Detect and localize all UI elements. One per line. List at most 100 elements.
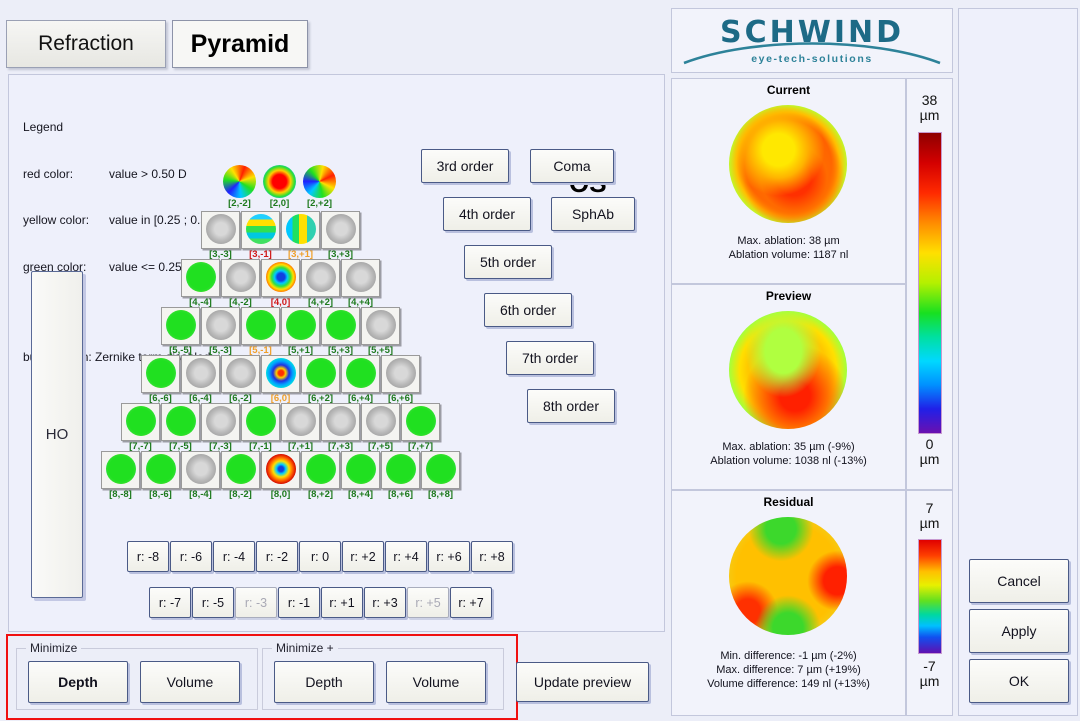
ablation-map-current [729,105,847,223]
minimize-plus-volume-button[interactable]: Volume [386,661,486,703]
zernike-term-8-+4[interactable]: [8,+4] [341,451,380,500]
zernike-term-label: [8,-8] [109,489,132,500]
zernike-term-8-+2[interactable]: [8,+2] [301,451,340,500]
radius-button-r3[interactable]: r: +3 [364,587,406,618]
ok-button[interactable]: OK [969,659,1069,703]
zernike-term-7--1[interactable]: [7,-1] [241,403,280,452]
zernike-disc [285,406,316,436]
zernike-term-2-0[interactable]: [2,0] [261,163,298,209]
current-max-ablation: Max. ablation: 38 µm [737,235,840,247]
zernike-term-7-+3[interactable]: [7,+3] [321,403,360,452]
zernike-disc [125,406,156,436]
zernike-term-6-+6[interactable]: [6,+6] [381,355,420,404]
coma-button[interactable]: Coma [530,149,614,183]
zernike-term-6-+4[interactable]: [6,+4] [341,355,380,404]
zernike-term-5--1[interactable]: [5,-1] [241,307,280,356]
colorbar-residual-bottom: -7 µm [919,658,940,689]
radius-button-r4[interactable]: r: +4 [385,541,427,572]
zernike-term-6-0[interactable]: [6,0] [261,355,300,404]
radius-button-rminus6[interactable]: r: -6 [170,541,212,572]
zernike-term-4--2[interactable]: [4,-2] [221,259,260,308]
zernike-term-label: [8,-2] [229,489,252,500]
zernike-term-6--4[interactable]: [6,-4] [181,355,220,404]
zernike-term-7-+7[interactable]: [7,+7] [401,403,440,452]
zernike-disc [325,310,356,340]
preview-ablation-volume: Ablation volume: 1038 nl (-13%) [710,455,867,467]
zernike-term-3-+3[interactable]: [3,+3] [321,211,360,260]
apply-button[interactable]: Apply [969,609,1069,653]
zernike-term-7--5[interactable]: [7,-5] [161,403,200,452]
minimize-depth-button[interactable]: Depth [28,661,128,703]
zernike-disc [105,454,136,484]
radius-button-rminus1[interactable]: r: -1 [278,587,320,618]
sphab-button[interactable]: SphAb [551,197,635,231]
tab-refraction[interactable]: Refraction [6,20,166,68]
radius-button-rminus5[interactable]: r: -5 [192,587,234,618]
legend-val-red: value > 0.50 D [109,166,187,181]
ablation-map-residual [729,517,847,635]
zernike-term-6-+2[interactable]: [6,+2] [301,355,340,404]
radius-button-rminus4[interactable]: r: -4 [213,541,255,572]
radius-button-r6[interactable]: r: +6 [428,541,470,572]
zernike-term-5--5[interactable]: [5,-5] [161,307,200,356]
zernike-term-7-+1[interactable]: [7,+1] [281,403,320,452]
ho-slider[interactable]: HO [31,271,83,598]
zernike-term-2--2[interactable]: [2,-2] [221,163,258,209]
tab-pyramid[interactable]: Pyramid [172,20,308,68]
zernike-term-3-+1[interactable]: [3,+1] [281,211,320,260]
zernike-term-5-+1[interactable]: [5,+1] [281,307,320,356]
zernike-term-4--4[interactable]: [4,-4] [181,259,220,308]
zernike-term-8--2[interactable]: [8,-2] [221,451,260,500]
radius-button-r1[interactable]: r: +1 [321,587,363,618]
order-button-8th[interactable]: 8th order [527,389,615,423]
zernike-term-8--6[interactable]: [8,-6] [141,451,180,500]
zernike-term-7-+5[interactable]: [7,+5] [361,403,400,452]
zernike-term-5--3[interactable]: [5,-3] [201,307,240,356]
zernike-term-3--3[interactable]: [3,-3] [201,211,240,260]
zernike-disc [263,165,296,198]
zernike-term-8-+8[interactable]: [8,+8] [421,451,460,500]
zernike-disc [305,358,336,388]
zernike-term-3--1[interactable]: [3,-1] [241,211,280,260]
radius-button-rminus8[interactable]: r: -8 [127,541,169,572]
zernike-term-7--7[interactable]: [7,-7] [121,403,160,452]
tab-strip: Refraction Pyramid [6,20,316,70]
radius-button-rminus7[interactable]: r: -7 [149,587,191,618]
minimize-volume-button[interactable]: Volume [140,661,240,703]
colorbar-residual-top: 7 µm [919,500,940,531]
ho-slider-label: HO [45,426,69,443]
order-button-4th[interactable]: 4th order [443,197,531,231]
radius-button-r8[interactable]: r: +8 [471,541,513,572]
action-panel: Cancel Apply OK [958,8,1078,716]
order-button-5th[interactable]: 5th order [464,245,552,279]
legend-key-yellow: yellow color: [23,213,90,227]
minimize-plus-depth-button[interactable]: Depth [274,661,374,703]
update-preview-button[interactable]: Update preview [516,662,649,702]
zernike-term-5-+5[interactable]: [5,+5] [361,307,400,356]
cancel-button[interactable]: Cancel [969,559,1069,603]
zernike-term-8-+6[interactable]: [8,+6] [381,451,420,500]
zernike-term-8--8[interactable]: [8,-8] [101,451,140,500]
order-button-7th[interactable]: 7th order [506,341,594,375]
radius-button-r7[interactable]: r: +7 [450,587,492,618]
zernike-term-8--4[interactable]: [8,-4] [181,451,220,500]
zernike-term-7--3[interactable]: [7,-3] [201,403,240,452]
zernike-term-2-+2[interactable]: [2,+2] [301,163,338,209]
zernike-term-8-0[interactable]: [8,0] [261,451,300,500]
map-panel-residual: Residual Min. difference: -1 µm (-2%) Ma… [671,490,906,716]
zernike-term-6--2[interactable]: [6,-2] [221,355,260,404]
radius-button-r2[interactable]: r: +2 [342,541,384,572]
radius-button-rminus2[interactable]: r: -2 [256,541,298,572]
zernike-term-4-+4[interactable]: [4,+4] [341,259,380,308]
zernike-disc [245,214,276,244]
zernike-term-5-+3[interactable]: [5,+3] [321,307,360,356]
order-button-6th[interactable]: 6th order [484,293,572,327]
zernike-term-6--6[interactable]: [6,-6] [141,355,180,404]
zernike-term-4-0[interactable]: [4,0] [261,259,300,308]
zernike-term-4-+2[interactable]: [4,+2] [301,259,340,308]
order-button-3rd[interactable]: 3rd order [421,149,509,183]
radius-button-r0[interactable]: r: 0 [299,541,341,572]
zernike-disc [205,406,236,436]
map-panel-current: Current Max. ablation: 38 µm Ablation vo… [671,78,906,284]
colorbar-ablation-top: 38 µm [919,92,940,123]
